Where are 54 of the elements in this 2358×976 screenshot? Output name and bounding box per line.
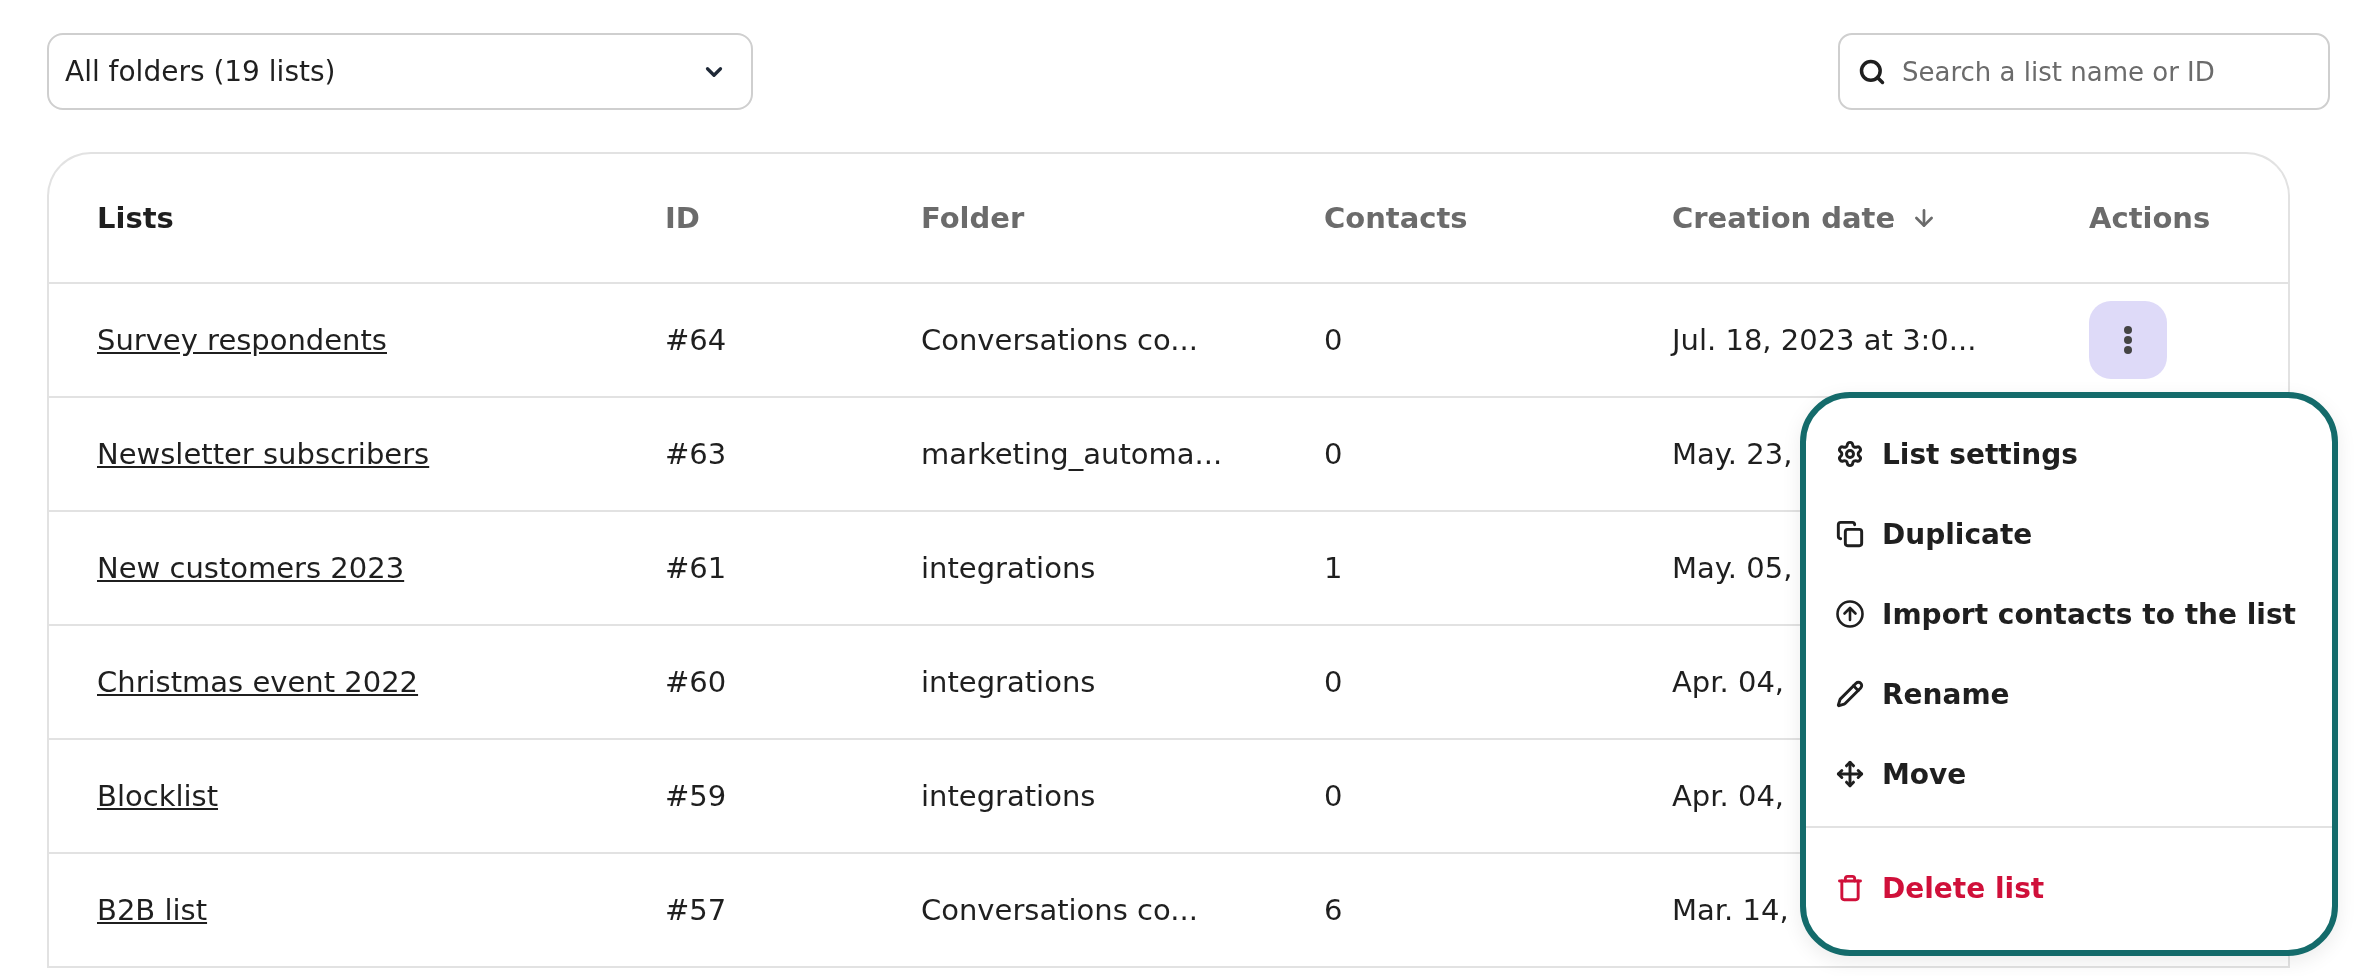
column-header[interactable]: Actions [2089, 201, 2211, 235]
folder-cell: integrations [921, 665, 1096, 699]
column-header[interactable]: Creation date [1672, 201, 1938, 235]
list-name-link[interactable]: New customers 2023 [97, 551, 405, 585]
column-header[interactable]: Folder [921, 201, 1025, 235]
menu-item[interactable]: List settings [1806, 414, 2332, 494]
creation-date-cell: Apr. 04, [1672, 665, 1785, 699]
more-actions-button[interactable] [2089, 301, 2167, 379]
search-box[interactable]: Search a list name or ID [1838, 33, 2330, 110]
column-header[interactable]: Lists [97, 201, 174, 235]
list-name-link[interactable]: Survey respondents [97, 323, 387, 357]
contacts-cell: 6 [1324, 893, 1343, 927]
copy-icon [1836, 520, 1864, 548]
list-name-link[interactable]: B2B list [97, 893, 208, 927]
list-name-link[interactable]: Newsletter subscribers [97, 437, 430, 471]
id-cell: #61 [665, 551, 727, 585]
id-cell: #60 [665, 665, 727, 699]
more-icon [2123, 326, 2133, 354]
menu-item[interactable]: Rename [1806, 654, 2332, 734]
contacts-cell: 0 [1324, 437, 1343, 471]
pencil-icon [1836, 680, 1864, 708]
menu-item[interactable]: Duplicate [1806, 494, 2332, 574]
contacts-cell: 1 [1324, 551, 1343, 585]
folder-cell: Conversations co... [921, 323, 1198, 357]
folder-cell: integrations [921, 779, 1096, 813]
id-cell: #57 [665, 893, 727, 927]
contacts-cell: 0 [1324, 779, 1343, 813]
gear-icon [1836, 440, 1864, 468]
folder-cell: Conversations co... [921, 893, 1198, 927]
move-icon [1836, 760, 1864, 788]
creation-date-cell: May. 05, [1672, 551, 1793, 585]
folder-cell: integrations [921, 551, 1096, 585]
id-cell: #59 [665, 779, 727, 813]
trash-icon [1836, 874, 1864, 902]
contacts-cell: 0 [1324, 665, 1343, 699]
menu-item[interactable]: Move [1806, 734, 2332, 814]
contacts-cell: 0 [1324, 323, 1343, 357]
column-header[interactable]: ID [665, 201, 700, 235]
creation-date-cell: Mar. 14, [1672, 893, 1789, 927]
column-header[interactable]: Contacts [1324, 201, 1468, 235]
creation-date-cell: May. 23, [1672, 437, 1793, 471]
id-cell: #64 [665, 323, 727, 357]
folder-select[interactable]: All folders (19 lists) [47, 33, 753, 110]
list-name-link[interactable]: Blocklist [97, 779, 219, 813]
menu-item[interactable]: Delete list [1806, 848, 2332, 928]
creation-date-cell: Apr. 04, [1672, 779, 1785, 813]
folder-select-value: All folders (19 lists) [65, 55, 336, 88]
list-name-link[interactable]: Christmas event 2022 [97, 665, 419, 699]
creation-date-cell: Jul. 18, 2023 at 3:0... [1672, 323, 1977, 357]
upload-icon [1836, 600, 1864, 628]
folder-cell: marketing_automa... [921, 437, 1223, 471]
menu-item[interactable]: Import contacts to the list [1806, 574, 2332, 654]
id-cell: #63 [665, 437, 727, 471]
search-icon [1858, 57, 1886, 86]
